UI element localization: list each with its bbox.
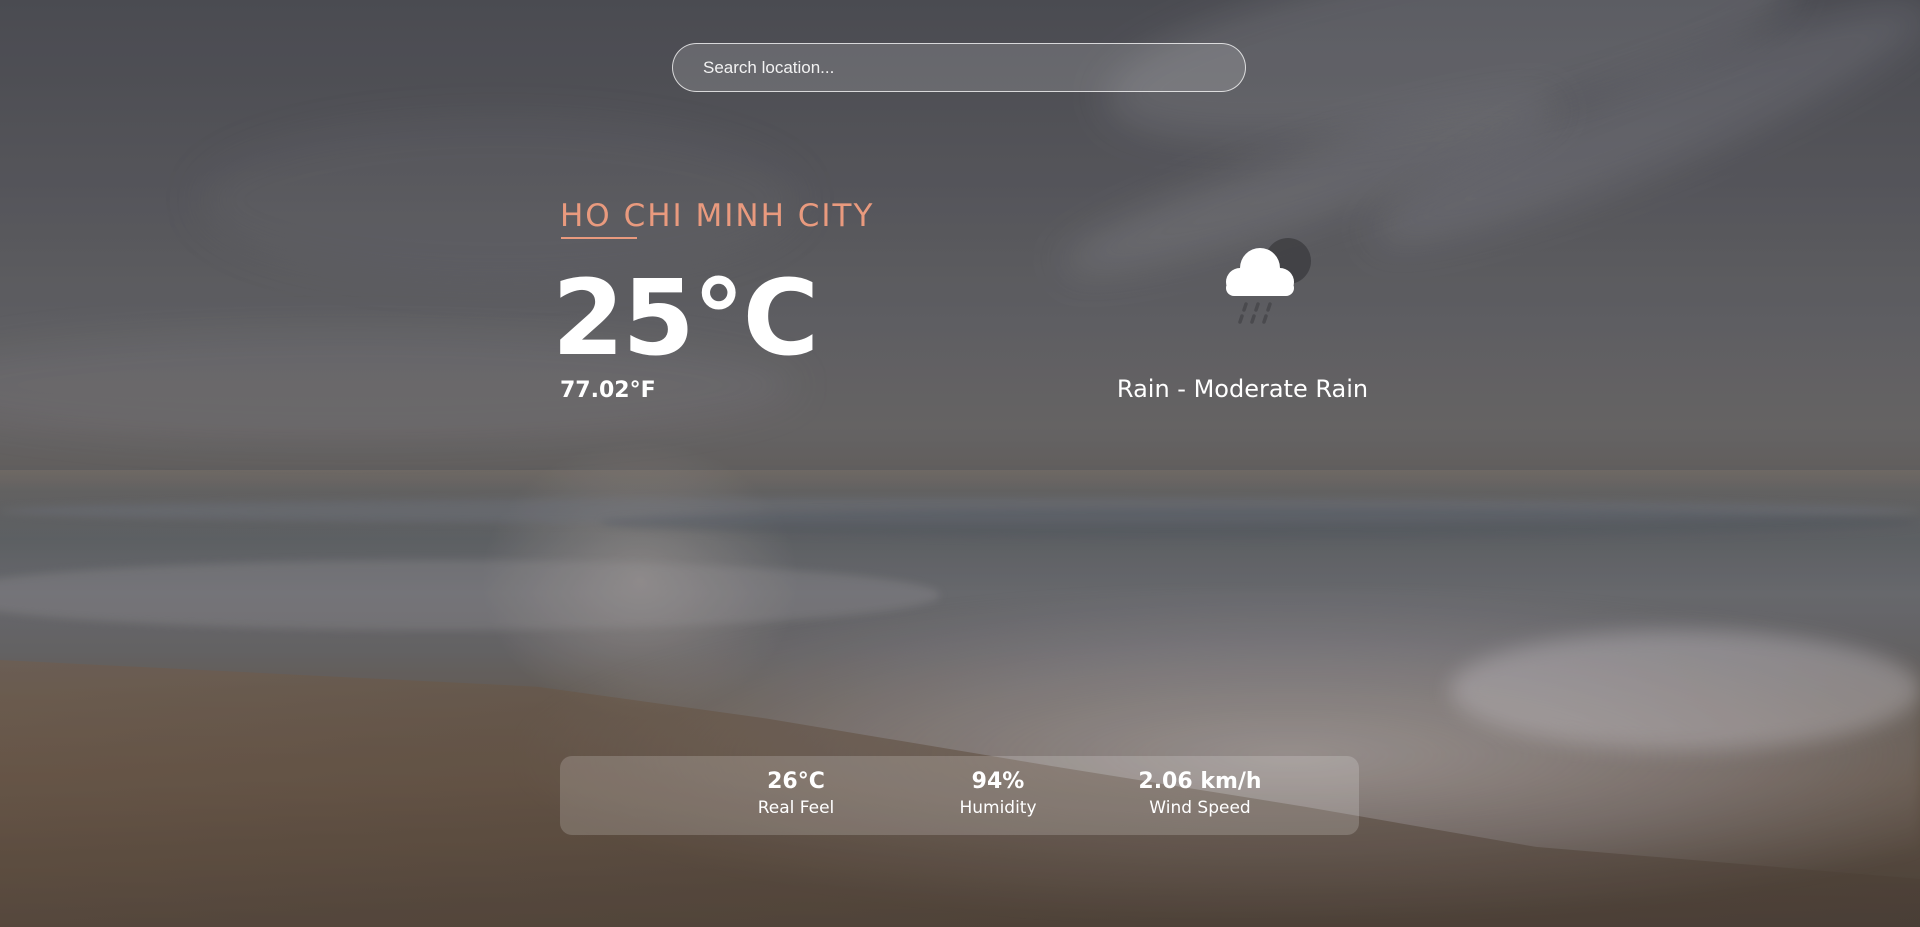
real-feel-label: Real Feel (757, 798, 835, 818)
city-name: HO CHI MINH CITY (560, 198, 875, 234)
stat-wind-speed: 2.06 km/h Wind Speed (1100, 768, 1300, 820)
stat-humidity: 94% Humidity (898, 768, 1098, 820)
search-input[interactable] (672, 43, 1246, 92)
wind-speed-label: Wind Speed (1149, 798, 1251, 818)
real-feel-value: 26°C (767, 769, 825, 794)
weather-app: HO CHI MINH CITY 25°C 77.02°F Rain - Mod… (0, 0, 1920, 927)
wind-speed-value: 2.06 km/h (1138, 769, 1262, 794)
weather-details-panel: 26°C Real Feel 94% Humidity 2.06 km/h Wi… (560, 756, 1359, 835)
humidity-label: Humidity (959, 798, 1037, 818)
temperature-fahrenheit: 77.02°F (560, 378, 656, 403)
stat-real-feel: 26°C Real Feel (696, 768, 896, 820)
temperature-celsius: 25°C (552, 257, 819, 379)
humidity-value: 94% (971, 769, 1025, 794)
cloud-rain-moon-icon (1226, 238, 1311, 324)
weather-condition: Rain - Moderate Rain (1116, 375, 1369, 403)
city-underline (561, 237, 637, 239)
